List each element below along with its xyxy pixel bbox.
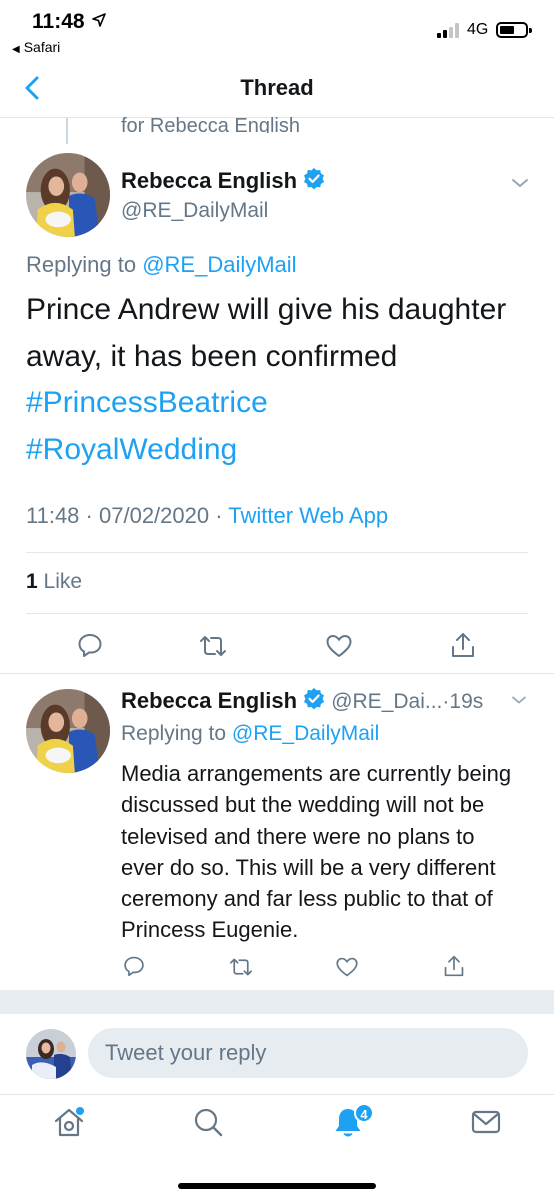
reply-tweet-header[interactable]: Rebecca English @RE_Dai...·19s [121, 688, 483, 714]
home-indicator[interactable] [178, 1183, 376, 1189]
tweet-text: Media arrangements are currently being d… [121, 761, 512, 943]
tweet-author[interactable]: Rebecca English [121, 168, 326, 194]
notifications-badge: 4 [354, 1103, 374, 1123]
likes-count-link[interactable]: 1 Like [26, 570, 82, 594]
status-time: 11:48 [32, 10, 85, 33]
chevron-down-icon[interactable] [510, 176, 530, 190]
back-to-app-link[interactable]: ◀ Safari [12, 39, 60, 55]
thread-connector [66, 118, 68, 144]
location-arrow-icon [92, 13, 106, 27]
retweet-icon[interactable] [228, 956, 254, 978]
replying-to-line: Replying to @RE_DailyMail [121, 722, 379, 746]
cellular-signal-icon [437, 22, 463, 38]
mail-icon[interactable] [470, 1105, 502, 1139]
back-triangle-icon: ◀ [12, 44, 20, 55]
search-icon[interactable] [192, 1105, 224, 1139]
avatar[interactable] [26, 153, 110, 237]
hashtag-link[interactable]: #PrincessBeatrice [26, 386, 268, 419]
user-handle[interactable]: @RE_DailyMail [121, 199, 268, 223]
divider [0, 673, 554, 674]
tweet-time: 11:48 [26, 503, 80, 528]
verified-badge-icon [303, 688, 326, 710]
replying-prefix: Replying to [26, 252, 137, 277]
own-avatar[interactable] [26, 1029, 76, 1079]
tweet-meta: 11:48 · 07/02/2020 · Twitter Web App [26, 503, 388, 529]
reply-icon[interactable] [77, 632, 103, 658]
mention-link[interactable]: @RE_DailyMail [232, 722, 379, 745]
heart-icon[interactable] [335, 956, 359, 978]
battery-icon [496, 22, 532, 38]
likes-count: 1 [26, 570, 38, 593]
replying-prefix: Replying to [121, 722, 227, 745]
thread-context-text: for Rebecca English [121, 115, 300, 133]
user-handle: @RE_Dai... [331, 690, 443, 713]
display-name: Rebecca English [121, 688, 298, 713]
status-bar: 11:48 ◀ Safari 4G [0, 0, 554, 60]
tweet-date: 07/02/2020 [99, 503, 210, 528]
reply-input[interactable] [88, 1028, 528, 1078]
back-app-label: Safari [23, 39, 61, 55]
meta-dot: · [215, 503, 223, 528]
section-gap [0, 990, 554, 1014]
page-title: Thread [240, 75, 314, 100]
display-name: Rebecca English [121, 168, 298, 193]
reply-icon[interactable] [123, 955, 145, 977]
likes-label: Like [43, 570, 83, 593]
avatar[interactable] [26, 689, 110, 773]
share-icon[interactable] [450, 631, 476, 659]
network-type: 4G [467, 21, 489, 38]
verified-badge-icon [303, 168, 326, 190]
chevron-down-icon[interactable] [510, 694, 528, 706]
nav-header: Thread [0, 60, 554, 118]
tweet-age: 19s [449, 690, 484, 713]
tweet-body: Prince Andrew will give his daughter awa… [26, 293, 507, 373]
replying-to-line: Replying to @RE_DailyMail [26, 252, 297, 278]
retweet-icon[interactable] [198, 633, 228, 659]
heart-icon[interactable] [325, 633, 353, 659]
meta-dot: · [85, 503, 93, 528]
share-icon[interactable] [443, 954, 465, 978]
mention-link[interactable]: @RE_DailyMail [142, 252, 296, 277]
tweet-text: Prince Andrew will give his daughter awa… [26, 287, 526, 473]
hashtag-link[interactable]: #RoyalWedding [26, 433, 237, 466]
home-icon[interactable] [53, 1105, 85, 1139]
reply-composer [0, 1014, 554, 1094]
divider [26, 613, 528, 614]
tweet-source-link[interactable]: Twitter Web App [228, 503, 388, 528]
divider [26, 552, 528, 553]
